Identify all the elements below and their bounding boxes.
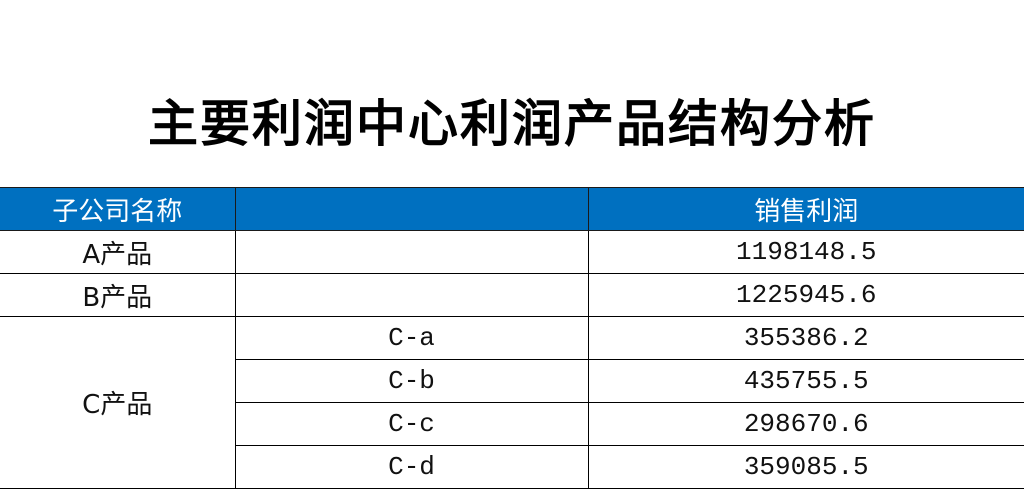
profit-value: 355386.2 bbox=[587, 316, 1024, 360]
product-name: B产品 bbox=[0, 273, 236, 317]
subproduct-cell bbox=[234, 230, 589, 274]
page-title: 主要利润中心利润产品结构分析 bbox=[148, 94, 876, 153]
table-row: B产品 1225945.6 bbox=[0, 273, 1024, 317]
subproduct-cell: C-d bbox=[235, 445, 589, 489]
table-row: C产品 C-a 355386.2 bbox=[0, 316, 1024, 489]
profit-table: 子公司名称 销售利润 A产品 1198148.5 B产品 1225945.6 C… bbox=[0, 187, 1024, 489]
product-name: C产品 bbox=[0, 316, 236, 489]
subproduct-cell bbox=[234, 273, 589, 317]
profit-value: 298670.6 bbox=[587, 402, 1024, 446]
table-row: A产品 1198148.5 bbox=[0, 230, 1024, 274]
profit-value: 359085.5 bbox=[587, 445, 1024, 489]
subproduct-cell: C-a bbox=[234, 316, 589, 360]
profit-value: 1225945.6 bbox=[587, 273, 1024, 317]
subproduct-cell: C-b bbox=[235, 359, 589, 403]
profit-value: 435755.5 bbox=[587, 359, 1024, 403]
header-subproduct bbox=[234, 187, 589, 231]
product-name: A产品 bbox=[0, 230, 236, 274]
header-sales-profit: 销售利润 bbox=[587, 187, 1024, 231]
table-header-row: 子公司名称 销售利润 bbox=[0, 187, 1024, 231]
profit-value: 1198148.5 bbox=[587, 230, 1024, 274]
header-company-name: 子公司名称 bbox=[0, 187, 236, 231]
subproduct-cell: C-c bbox=[235, 402, 589, 446]
